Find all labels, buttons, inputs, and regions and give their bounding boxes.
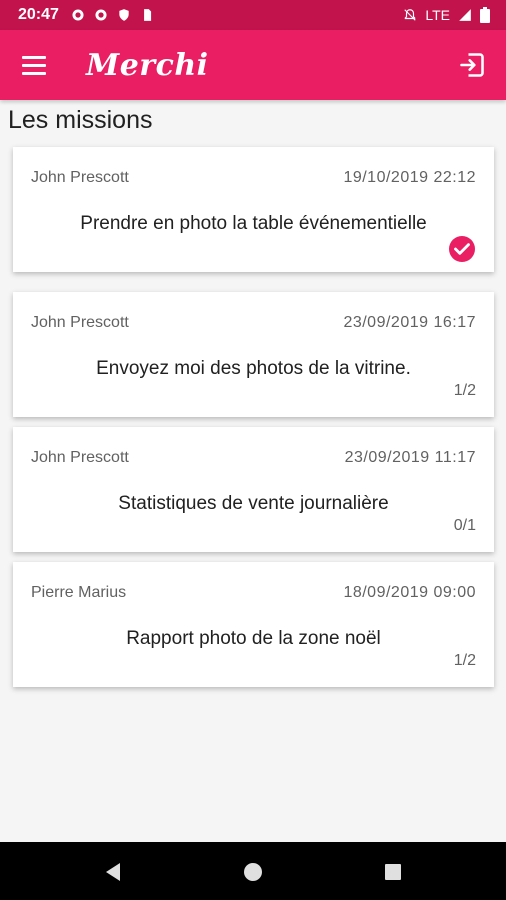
mission-progress: 1/2	[453, 382, 476, 399]
settings-icon	[72, 9, 84, 21]
app-bar: Merchi	[0, 30, 506, 100]
system-nav-bar	[0, 842, 506, 900]
mission-progress: 0/1	[453, 517, 476, 534]
section-title: Les missions	[8, 106, 153, 134]
mission-date: 23/09/2019 11:17	[344, 449, 476, 466]
mission-progress: 1/2	[453, 652, 476, 669]
mission-card[interactable]: John Prescott 19/10/2019 22:12 Prendre e…	[13, 147, 494, 272]
mission-author: John Prescott	[31, 169, 129, 186]
mission-title: Rapport photo de la zone noël	[126, 628, 381, 649]
mission-card[interactable]: Pierre Marius 18/09/2019 09:00 Rapport p…	[13, 562, 494, 687]
mission-title: Prendre en photo la table événementielle	[80, 213, 427, 234]
settings-icon	[95, 9, 107, 21]
mission-title: Statistiques de vente journalière	[118, 493, 389, 514]
menu-icon[interactable]	[22, 51, 50, 79]
status-bar: 20:47 LTE	[0, 0, 506, 30]
recents-icon[interactable]	[381, 860, 405, 884]
shield-icon	[119, 9, 129, 21]
mission-card[interactable]: John Prescott 23/09/2019 16:17 Envoyez m…	[13, 292, 494, 417]
sim-card-icon	[144, 9, 152, 21]
mission-author: Pierre Marius	[31, 584, 127, 601]
network-type: LTE	[425, 7, 450, 23]
app-title: Merchi	[86, 47, 209, 83]
mission-author: John Prescott	[31, 314, 129, 331]
signal-icon	[459, 9, 471, 21]
status-time: 20:47	[18, 6, 59, 23]
logout-icon[interactable]	[458, 51, 486, 79]
home-icon[interactable]	[241, 860, 265, 884]
muted-icon	[404, 9, 417, 21]
back-icon[interactable]	[101, 860, 125, 884]
mission-date: 23/09/2019 16:17	[343, 314, 476, 331]
mission-date: 19/10/2019 22:12	[343, 169, 476, 186]
battery-icon	[480, 7, 490, 23]
check-circle-icon	[449, 236, 475, 262]
mission-card[interactable]: John Prescott 23/09/2019 11:17 Statistiq…	[13, 427, 494, 552]
mission-author: John Prescott	[31, 449, 129, 466]
mission-date: 18/09/2019 09:00	[343, 584, 476, 601]
mission-title: Envoyez moi des photos de la vitrine.	[96, 358, 411, 379]
